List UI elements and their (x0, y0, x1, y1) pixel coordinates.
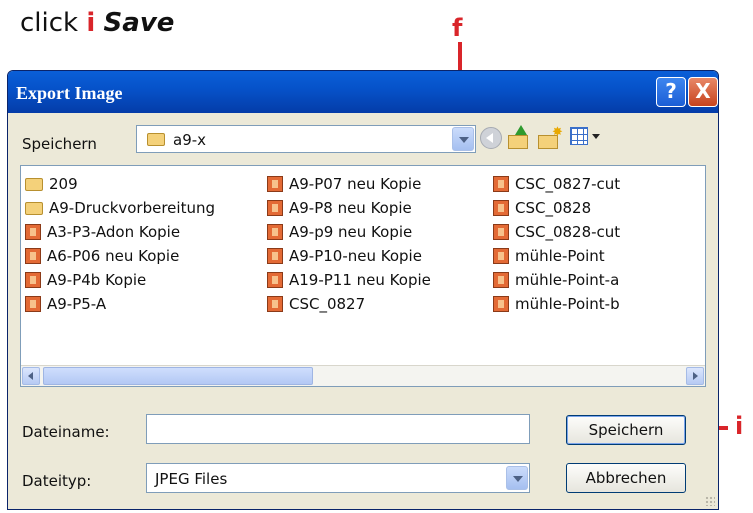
image-file-icon (267, 248, 283, 264)
list-item[interactable]: mühle-Point (493, 244, 620, 268)
list-item[interactable]: A9-P4b Kopie (25, 268, 215, 292)
image-file-icon (25, 296, 41, 312)
filename-input[interactable] (146, 414, 530, 444)
list-item[interactable]: A9-Druckvorbereitung (25, 196, 215, 220)
file-name: mühle-Point-a (515, 271, 620, 289)
list-item[interactable]: A19-P11 neu Kopie (267, 268, 431, 292)
folder-icon (25, 201, 43, 215)
resize-grip-icon[interactable] (705, 496, 715, 506)
chevron-down-icon[interactable] (452, 127, 474, 151)
back-icon[interactable] (480, 127, 502, 149)
file-name: 209 (49, 175, 78, 193)
file-name: A9-p9 neu Kopie (289, 223, 413, 241)
file-column-2: A9-P07 neu Kopie A9-P8 neu Kopie A9-p9 n… (267, 172, 431, 316)
list-item[interactable]: A9-P07 neu Kopie (267, 172, 431, 196)
file-name: A9-P07 neu Kopie (289, 175, 422, 193)
save-in-folder-combo[interactable]: a9-x (136, 125, 476, 153)
file-name: A9-P8 neu Kopie (289, 199, 412, 217)
annotation-f: f (452, 14, 463, 42)
caption-step: i (86, 8, 96, 38)
help-icon: ? (665, 79, 677, 103)
folder-icon (147, 133, 165, 146)
filename-label: Dateiname: (22, 423, 110, 441)
image-file-icon (493, 248, 509, 264)
image-file-icon (493, 296, 509, 312)
cancel-button[interactable]: Abbrechen (566, 463, 686, 493)
file-name: A19-P11 neu Kopie (289, 271, 431, 289)
file-list[interactable]: 209 A9-Druckvorbereitung A3-P3-Adon Kopi… (20, 165, 706, 387)
image-file-icon (493, 272, 509, 288)
image-file-icon (25, 248, 41, 264)
image-file-icon (25, 272, 41, 288)
help-button[interactable]: ? (656, 77, 686, 107)
file-name: mühle-Point-b (515, 295, 620, 313)
file-name: A9-P4b Kopie (47, 271, 147, 289)
horizontal-scrollbar[interactable] (21, 365, 705, 386)
image-file-icon (25, 224, 41, 240)
image-file-icon (267, 296, 283, 312)
list-item[interactable]: mühle-Point-b (493, 292, 620, 316)
export-image-dialog: Export Image ? X Speichern a9-x ✸ 209 A9… (7, 70, 719, 510)
image-file-icon (267, 176, 283, 192)
scroll-left-icon[interactable] (22, 367, 40, 385)
save-button[interactable]: Speichern (566, 415, 686, 445)
file-name: CSC_0827-cut (515, 175, 621, 193)
close-button[interactable]: X (688, 77, 718, 107)
image-file-icon (267, 200, 283, 216)
file-name: CSC_0827 (289, 295, 366, 313)
dialog-titlebar[interactable]: Export Image ? X (8, 71, 718, 113)
chevron-down-icon[interactable] (506, 466, 528, 490)
list-item[interactable]: CSC_0828 (493, 196, 620, 220)
list-item[interactable]: CSC_0828-cut (493, 220, 620, 244)
file-name: CSC_0828-cut (515, 223, 621, 241)
list-item[interactable]: CSC_0827 (267, 292, 431, 316)
dialog-title: Export Image (16, 83, 123, 103)
list-item[interactable]: mühle-Point-a (493, 268, 620, 292)
list-item[interactable]: CSC_0827-cut (493, 172, 620, 196)
list-item[interactable]: A9-P10-neu Kopie (267, 244, 431, 268)
file-name: mühle-Point (515, 247, 605, 265)
filetype-value: JPEG Files (155, 470, 228, 488)
filetype-select[interactable]: JPEG Files (146, 463, 530, 493)
caption-prefix: click (20, 8, 79, 38)
file-name: A9-P5-A (47, 295, 107, 313)
file-name: A9-Druckvorbereitung (49, 199, 215, 217)
image-file-icon (267, 272, 283, 288)
close-icon: X (695, 79, 711, 103)
list-item[interactable]: A6-P06 neu Kopie (25, 244, 215, 268)
list-item[interactable]: A9-P5-A (25, 292, 215, 316)
scroll-right-icon[interactable] (686, 367, 704, 385)
instruction-caption: click i Save (20, 8, 174, 38)
file-name: CSC_0828 (515, 199, 592, 217)
file-name: A6-P06 neu Kopie (47, 247, 180, 265)
file-name: A9-P10-neu Kopie (289, 247, 422, 265)
up-folder-icon[interactable] (508, 125, 532, 151)
save-in-label: Speichern (22, 135, 97, 153)
folder-icon (25, 177, 43, 191)
view-menu-icon[interactable] (570, 127, 604, 149)
image-file-icon (493, 224, 509, 240)
file-column-1: 209 A9-Druckvorbereitung A3-P3-Adon Kopi… (25, 172, 215, 316)
list-item[interactable]: A9-p9 neu Kopie (267, 220, 431, 244)
annotation-i: i (735, 412, 744, 440)
image-file-icon (493, 176, 509, 192)
image-file-icon (267, 224, 283, 240)
file-name: A3-P3-Adon Kopie (47, 223, 181, 241)
filetype-label: Dateityp: (22, 472, 92, 490)
current-folder-value: a9-x (173, 131, 207, 149)
caption-action: Save (103, 8, 175, 38)
image-file-icon (493, 200, 509, 216)
file-column-3: CSC_0827-cut CSC_0828 CSC_0828-cut mühle… (493, 172, 620, 316)
scroll-thumb[interactable] (43, 367, 313, 385)
new-folder-icon[interactable]: ✸ (538, 125, 564, 151)
list-item[interactable]: A9-P8 neu Kopie (267, 196, 431, 220)
list-item[interactable]: 209 (25, 172, 215, 196)
list-item[interactable]: A3-P3-Adon Kopie (25, 220, 215, 244)
